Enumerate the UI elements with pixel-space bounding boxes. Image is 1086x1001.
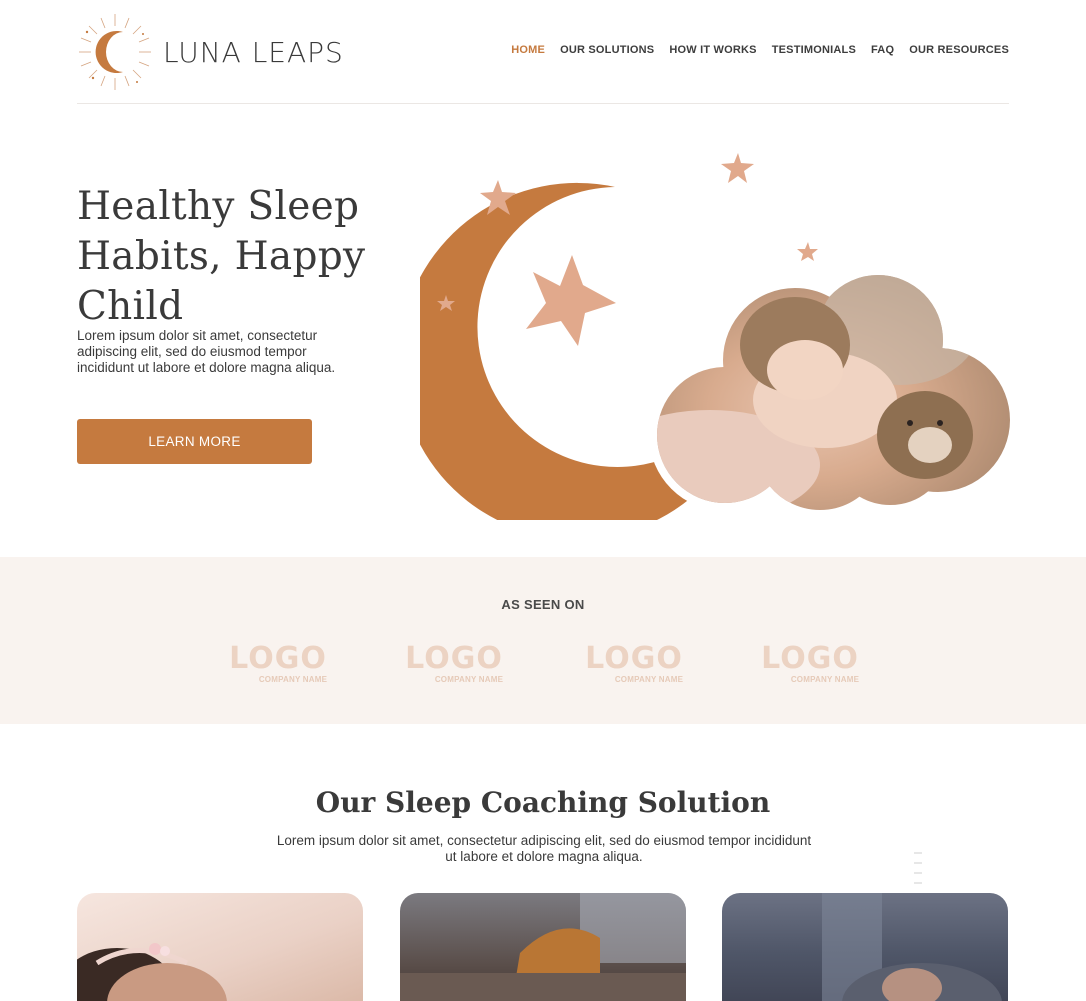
- learn-more-button[interactable]: LEARN MORE: [77, 419, 312, 464]
- solution-card-image[interactable]: [77, 893, 363, 1001]
- logo-company-name: COMPANY NAME: [790, 675, 860, 684]
- press-logo: LOGO COMPANY NAME: [218, 641, 338, 685]
- nav-faq[interactable]: FAQ: [871, 44, 894, 56]
- hero-description: Lorem ipsum dolor sit amet, consectetur …: [77, 328, 336, 375]
- solution-card-image[interactable]: [400, 893, 686, 1001]
- brand-name: LUNA LEAPS: [163, 35, 344, 69]
- press-logo: LOGO COMPANY NAME: [574, 641, 694, 685]
- logo-word: LOGO: [229, 641, 327, 676]
- logo-word: LOGO: [761, 641, 859, 676]
- sleeping-child-image: [822, 893, 1002, 1001]
- sleeping-baby-image: [77, 943, 227, 1001]
- logo-company-name: COMPANY NAME: [434, 675, 504, 684]
- divider-lines: [914, 852, 922, 884]
- star-small: [721, 153, 754, 183]
- as-seen-on-title: AS SEEN ON: [501, 597, 585, 612]
- hero-title: Healthy Sleep Habits, Happy Child: [77, 184, 366, 329]
- logo-company-name: COMPANY NAME: [614, 675, 684, 684]
- solution-card-image[interactable]: [722, 893, 1008, 1001]
- star-large: [526, 255, 616, 346]
- solution-description: Lorem ipsum dolor sit amet, consectetur …: [276, 833, 812, 864]
- nav-testimonials[interactable]: TESTIMONIALS: [772, 44, 856, 56]
- main-nav: HOME OUR SOLUTIONS HOW IT WORKS TESTIMON…: [496, 44, 1009, 56]
- press-logo: LOGO COMPANY NAME: [394, 641, 514, 685]
- logo-word: LOGO: [405, 641, 503, 676]
- solution-title: Our Sleep Coaching Solution: [315, 786, 771, 819]
- crescent-moon-sunburst-icon: [79, 14, 151, 90]
- nav-our-resources[interactable]: OUR RESOURCES: [909, 44, 1009, 56]
- press-logo: LOGO COMPANY NAME: [750, 641, 870, 685]
- logo-word: LOGO: [585, 641, 683, 676]
- nav-home[interactable]: HOME: [511, 44, 545, 56]
- site-header: LUNA LEAPS HOME OUR SOLUTIONS HOW IT WOR…: [77, 0, 1009, 104]
- hero-illustration: [420, 153, 1010, 520]
- brand[interactable]: LUNA LEAPS: [77, 12, 344, 92]
- logo-company-name: COMPANY NAME: [258, 675, 328, 684]
- as-seen-on-section: AS SEEN ON LOGO COMPANY NAME LOGO COMPAN…: [0, 557, 1086, 724]
- nav-our-solutions[interactable]: OUR SOLUTIONS: [560, 44, 654, 56]
- nav-how-it-works[interactable]: HOW IT WORKS: [669, 44, 756, 56]
- star-small: [797, 242, 818, 261]
- bedroom-image: [400, 893, 686, 1001]
